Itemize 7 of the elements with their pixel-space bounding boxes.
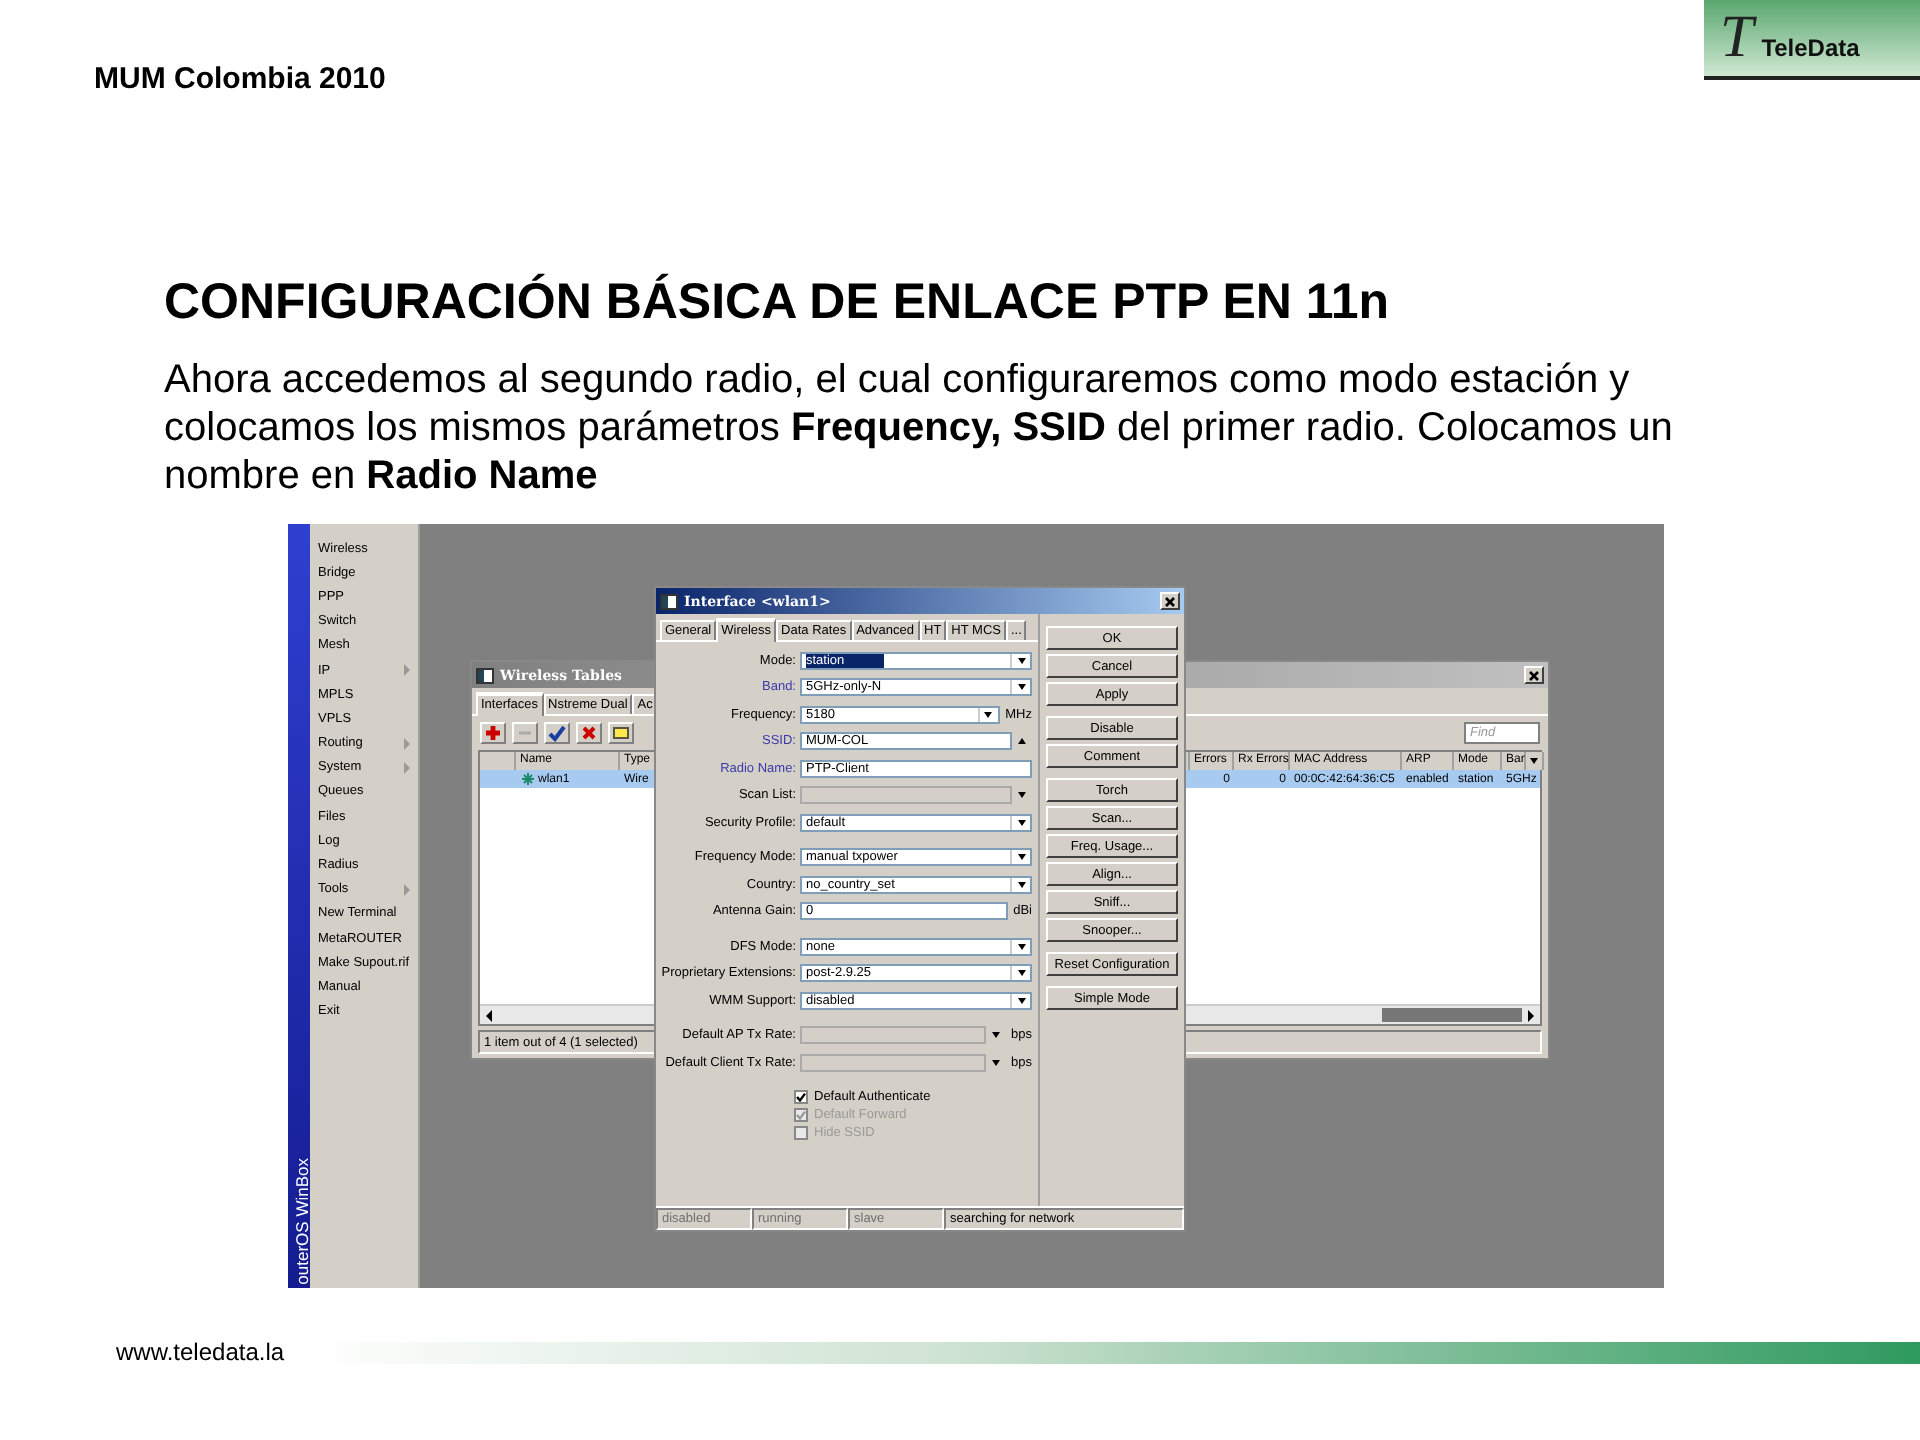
website-url: www.teledata.la: [114, 1338, 287, 1366]
event-title: MUM Colombia 2010: [94, 62, 386, 96]
slide-paragraph: Ahora accedemos al segundo radio, el cual configuraremos como modo estación y colocamos los mismos parámetros Frequency, SSID del primer radio. Colocamos un nombre en Radio Name: [164, 356, 1675, 500]
logo-mark: T: [1720, 4, 1754, 72]
sidebar-label: outerOS WinBox: [292, 1157, 312, 1284]
slide-title: CONFIGURACIÓN BÁSICA DE ENLACE PTP EN 11n: [164, 276, 1392, 328]
logo-name: TeleData: [1761, 34, 1860, 62]
